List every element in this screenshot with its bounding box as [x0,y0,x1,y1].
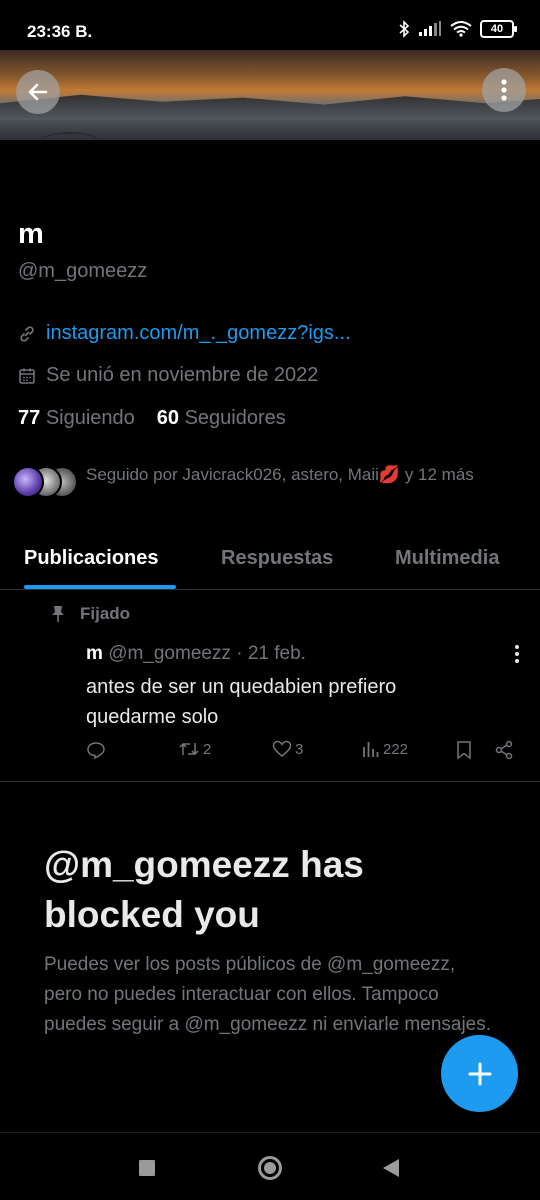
follow-stats: 77 Siguiendo 60 Seguidores [18,407,286,430]
following-count: 77 [18,407,41,429]
follower-avatars [12,462,78,500]
pinned-label: Fijado [50,604,130,624]
link-icon [20,325,34,342]
views-chart-icon [363,742,379,757]
arrow-left-icon [28,83,48,101]
home-circle-icon [258,1156,282,1180]
followers-count: 60 [156,407,180,429]
share-icon [495,740,513,760]
profile-link-text[interactable]: instagram.com/m_._gomezz?igs... [46,322,351,345]
followers-label: Seguidores [184,407,286,429]
back-button[interactable] [16,70,60,114]
post-actions: 2 3 222 [86,740,516,764]
more-vertical-icon [515,645,519,663]
active-tab-indicator [24,585,176,589]
following-label: Siguiendo [45,407,135,429]
joined-text: Se unió en noviembre de 2022 [46,364,319,386]
triangle-back-icon [383,1159,399,1177]
views-count: 222 [383,740,409,758]
reply-icon [87,742,105,760]
joined-date: Se unió en noviembre de 2022 [18,364,318,387]
system-nav-bar [0,1132,540,1200]
banner-landscape [0,94,540,120]
views-button[interactable]: 222 [362,740,408,758]
avatar [12,466,44,498]
followed-by-text: Seguido por Javicrack026, astero, Maii💋 … [86,465,474,484]
avatar[interactable] [40,132,100,152]
followers-link[interactable]: 60 Seguidores [157,407,286,430]
retweet-count: 2 [203,740,212,758]
status-time: 23:36 B. [27,22,93,41]
back-nav-button[interactable] [382,1158,400,1183]
reply-button[interactable] [86,740,106,760]
blocked-title: @m_gomeezz has blocked you [44,844,364,935]
post-meta: @m_gomeezz · 21 feb. [108,643,306,664]
followed-by[interactable]: Seguido por Javicrack026, astero, Maii💋 … [12,462,522,500]
plus-icon [468,1062,491,1085]
wifi-icon [450,21,472,37]
profile-link[interactable]: instagram.com/m_._gomezz?igs... [18,322,351,345]
blocked-description: Puedes ver los posts públicos de @m_gome… [44,954,492,1035]
following-link[interactable]: 77 Siguiendo [18,407,135,430]
more-options-button[interactable] [482,68,526,112]
status-icons: 40 [398,20,517,38]
calendar-icon [19,368,35,384]
battery-icon: 40 [480,20,517,38]
retweet-icon [179,742,199,756]
post-text: antes de ser un quedabien prefiero queda… [86,676,397,728]
tab-media[interactable]: Multimedia [395,547,499,570]
like-button[interactable]: 3 [272,740,303,758]
share-button[interactable] [494,740,514,760]
post-more-button[interactable] [514,644,520,669]
like-count: 3 [295,740,304,758]
square-icon [139,1160,155,1176]
profile-handle: @m_gomeezz [18,260,148,282]
bookmark-button[interactable] [456,740,472,760]
divider [0,781,540,782]
heart-icon [272,740,292,757]
pin-icon [52,606,64,622]
more-vertical-icon [501,79,507,101]
profile-banner [0,50,540,140]
post-header[interactable]: m @m_gomeezz · 21 feb. [86,643,306,665]
compose-button[interactable] [441,1035,518,1112]
post-author[interactable]: m [86,643,103,664]
profile-tabs: Publicaciones Respuestas Multimedia [0,530,540,590]
bluetooth-icon [399,20,410,38]
tab-replies[interactable]: Respuestas [221,547,333,570]
status-bar: 23:36 B. 40 [0,0,540,50]
retweet-button[interactable]: 2 [178,740,211,758]
tab-posts[interactable]: Publicaciones [24,547,159,570]
recents-button[interactable] [138,1159,156,1182]
profile-name: m [18,218,44,250]
home-button[interactable] [257,1155,283,1186]
signal-icon [419,21,441,36]
bookmark-icon [457,741,471,760]
